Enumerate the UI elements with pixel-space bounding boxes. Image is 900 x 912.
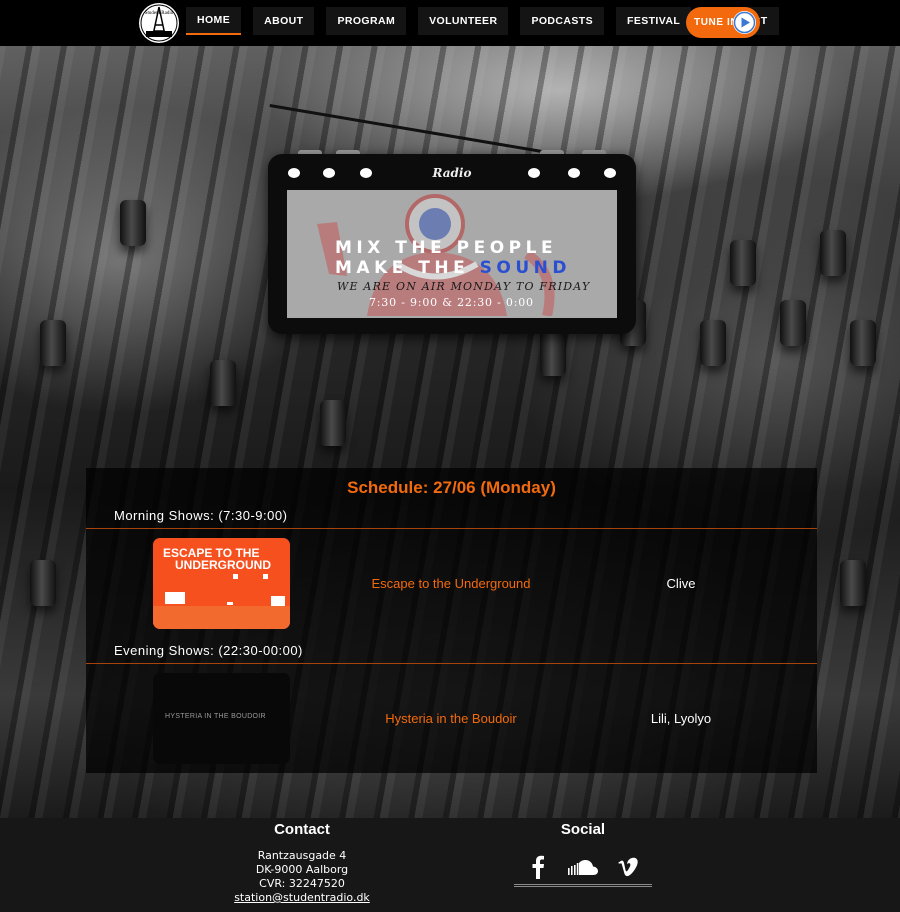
contact-address: Rantzausgade 4 [257, 849, 347, 862]
social-links [516, 854, 652, 880]
social-divider [514, 884, 652, 887]
vimeo-icon[interactable] [616, 854, 640, 880]
mixer-fader [210, 360, 236, 406]
nav-festival[interactable]: FESTIVAL [616, 7, 692, 35]
pixel-sprite [165, 592, 185, 604]
radio-screen: MIX THE PEOPLE MAKE THE SOUND WE ARE ON … [287, 190, 617, 318]
pixel-sprite [271, 596, 285, 606]
radio-dot [528, 168, 540, 178]
thumbnail-text: HYSTERIA IN THE BOUDOIR [165, 713, 266, 720]
pixel-sprite [263, 574, 268, 579]
site-footer: Contact Rantzausgade 4 DK-9000 Aalborg C… [0, 818, 900, 912]
mixer-fader [780, 300, 806, 346]
social-heading: Social [560, 821, 606, 838]
show-title-link[interactable]: Hysteria in the Boudoir [336, 711, 566, 726]
soundcloud-icon[interactable] [566, 854, 600, 880]
contact-email-link[interactable]: station@studentradio.dk [202, 891, 402, 904]
show-row: ESCAPE TO THE UNDERGROUND Escape to the … [86, 532, 817, 629]
show-thumbnail[interactable]: HYSTERIA IN THE BOUDOIR [153, 673, 290, 764]
evening-shows-label: Evening Shows: (22:30-00:00) [114, 643, 303, 658]
nav-program[interactable]: PROGRAM [326, 7, 407, 35]
radio-dot [323, 168, 335, 178]
slogan-line-1: MIX THE PEOPLE [335, 238, 558, 258]
show-host: Clive [666, 576, 696, 591]
section-divider [86, 663, 817, 664]
contact-city: DK-9000 Aalborg [255, 863, 349, 876]
schedule-panel: Schedule: 27/06 (Monday) Morning Shows: … [86, 468, 817, 773]
station-logo-icon: Student Radio [139, 3, 179, 43]
show-host: Lili, Lyolyo [650, 711, 712, 726]
radio-dot [604, 168, 616, 178]
tune-in-button[interactable]: TUNE IN [686, 7, 760, 38]
mixer-fader [700, 320, 726, 366]
top-navigation: Student Radio HOME ABOUT PROGRAM VOLUNTE… [0, 0, 900, 46]
radio-dot [288, 168, 300, 178]
pixel-sprite [227, 602, 233, 605]
radio-dot [360, 168, 372, 178]
pixel-sprite [233, 574, 238, 579]
contact-cvr: CVR: 32247520 [259, 877, 345, 890]
play-icon [733, 11, 756, 34]
station-logo[interactable]: Student Radio [136, 1, 182, 45]
schedule-title: Schedule: 27/06 (Monday) [347, 478, 556, 497]
mixer-fader [320, 400, 346, 446]
slogan-line-2-prefix: MAKE THE [335, 258, 480, 278]
show-thumbnail[interactable]: ESCAPE TO THE UNDERGROUND [153, 538, 290, 629]
nav-home[interactable]: HOME [186, 7, 242, 35]
radio-label: Radio [432, 166, 472, 180]
mixer-fader [840, 560, 866, 606]
svg-text:Student Radio: Student Radio [145, 11, 174, 16]
section-divider [86, 528, 817, 529]
slogan-highlight: SOUND [479, 258, 571, 278]
nav-volunteer[interactable]: VOLUNTEER [418, 7, 509, 35]
thumbnail-ground [153, 606, 290, 629]
nav-podcasts[interactable]: PODCASTS [520, 7, 604, 35]
facebook-icon[interactable] [528, 854, 548, 880]
mixer-fader [120, 200, 146, 246]
slogan-line-2: MAKE THE SOUND [335, 258, 615, 278]
tune-in-label: TUNE IN [694, 17, 739, 28]
nav-about[interactable]: ABOUT [253, 7, 315, 35]
show-title-link[interactable]: Escape to the Underground [336, 576, 566, 591]
radio-dot [568, 168, 580, 178]
mixer-fader [850, 320, 876, 366]
mixer-fader [40, 320, 66, 366]
on-air-days: WE ARE ON AIR MONDAY TO FRIDAY [337, 280, 591, 293]
mixer-fader [820, 230, 846, 276]
contact-heading: Contact [274, 821, 330, 838]
show-row: HYSTERIA IN THE BOUDOIR Hysteria in the … [86, 667, 817, 764]
mixer-fader [540, 330, 566, 376]
mixer-fader [730, 240, 756, 286]
morning-shows-label: Morning Shows: (7:30-9:00) [114, 508, 288, 523]
on-air-times: 7:30 - 9:00 & 22:30 - 0:00 [369, 296, 534, 309]
mixer-fader [30, 560, 56, 606]
thumbnail-text: UNDERGROUND [175, 558, 271, 572]
